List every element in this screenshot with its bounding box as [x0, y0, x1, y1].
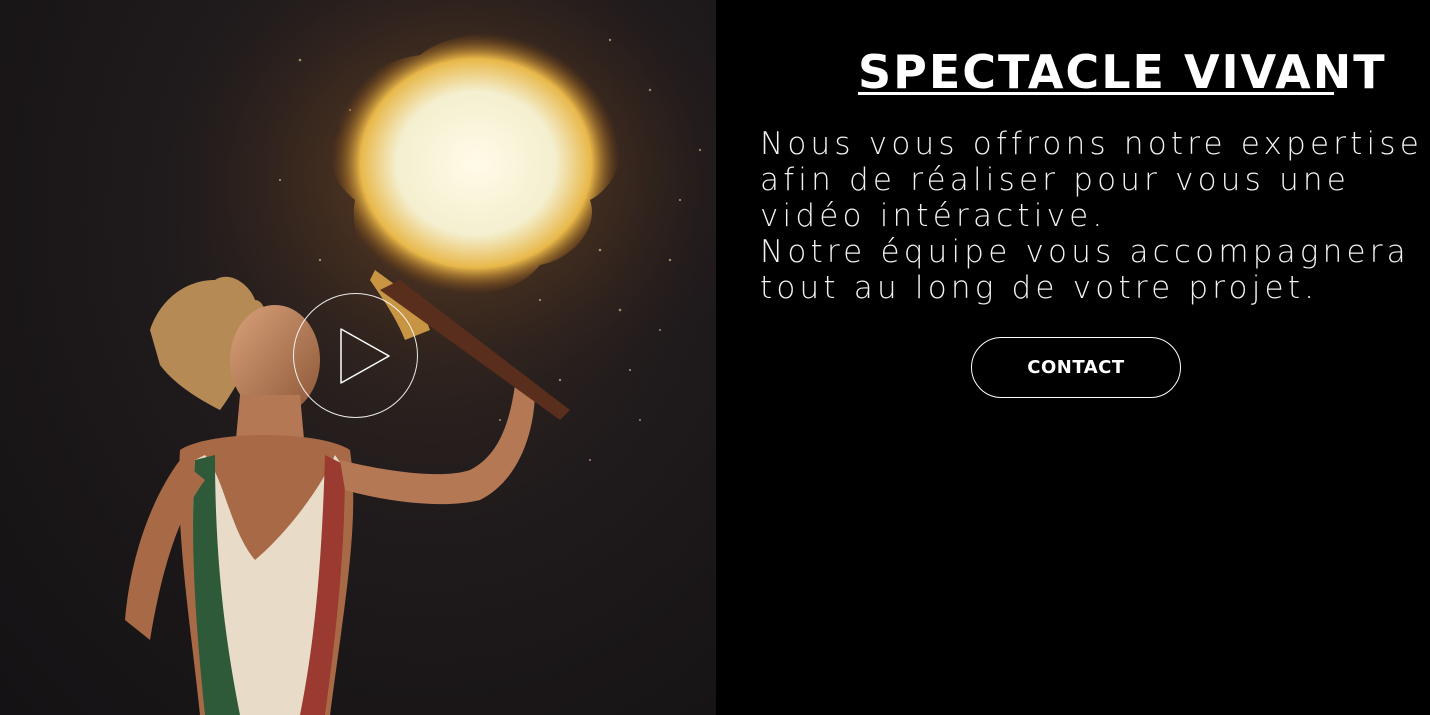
description-line: Notre équipe vous accompagnera: [760, 234, 1410, 270]
hero-media: [0, 0, 716, 715]
play-button[interactable]: [293, 293, 418, 418]
contact-button[interactable]: CONTACT: [971, 337, 1181, 398]
title-underline: [858, 92, 1334, 95]
description-line: tout au long de votre projet.: [760, 270, 1319, 306]
description-line: vidéo intéractive.: [760, 198, 1107, 234]
contact-button-label: CONTACT: [1027, 357, 1125, 378]
play-icon: [340, 328, 390, 384]
content-panel: SPECTACLE VIVANT Nous vous offrons notre…: [716, 0, 1430, 715]
description: Nous vous offrons notre expertise afin d…: [760, 126, 1423, 306]
description-line: Nous vous offrons notre expertise: [760, 126, 1423, 162]
description-line: afin de réaliser pour vous une: [760, 162, 1351, 198]
